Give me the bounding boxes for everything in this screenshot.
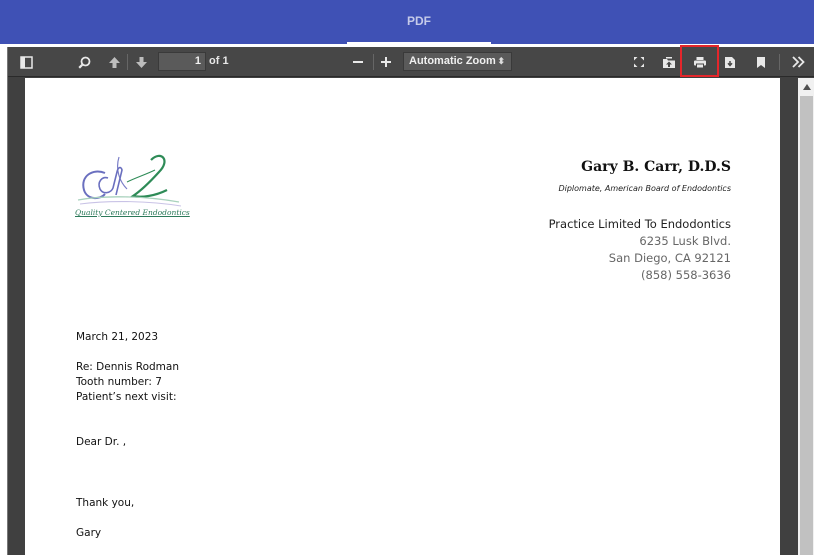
print-button-highlight (680, 45, 719, 77)
zoom-out-button[interactable] (348, 50, 368, 74)
page-number-input[interactable]: 1 (158, 52, 206, 71)
vertical-scrollbar[interactable] (798, 78, 814, 555)
tools-button[interactable] (787, 50, 809, 74)
phone-number: (858) 558-3636 (641, 268, 731, 282)
bookmark-icon (757, 56, 765, 68)
letter-closing: Thank you, (76, 497, 135, 509)
pdf-toolbar: 1 of 1 Automatic Zoom ⬍ (8, 45, 814, 77)
tools-icon (791, 56, 805, 68)
bookmark-button[interactable] (751, 50, 771, 74)
address-street: 6235 Lusk Blvd. (639, 234, 731, 248)
sidebar-toggle-icon (19, 55, 33, 69)
zoom-select[interactable]: Automatic Zoom ⬍ (403, 52, 512, 71)
download-icon (725, 56, 735, 68)
pdf-viewer: 1 of 1 Automatic Zoom ⬍ Quality Centered… (7, 45, 814, 555)
logo-caption: Quality Centered Endodontics (75, 208, 190, 217)
sidebar-toggle-button[interactable] (16, 50, 36, 74)
cde-logo-icon (77, 154, 182, 207)
practice-logo: Quality Centered Endodontics (75, 152, 195, 222)
find-button[interactable] (74, 50, 94, 74)
previous-page-icon (108, 56, 120, 68)
toolbar-separator (373, 54, 374, 70)
letter-signature: Gary (76, 527, 102, 539)
app-header: PDF (0, 0, 814, 44)
letter-date: March 21, 2023 (76, 331, 159, 343)
presentation-mode-button[interactable] (629, 50, 649, 74)
search-icon (77, 56, 90, 69)
page-count-label: of 1 (209, 55, 229, 67)
doctor-name: Gary B. Carr, D.D.S (581, 159, 731, 175)
open-file-icon (663, 56, 675, 68)
scroll-up-button[interactable] (798, 78, 814, 95)
open-file-button[interactable] (659, 50, 679, 74)
address-city: San Diego, CA 92121 (608, 251, 731, 265)
scrollbar-thumb[interactable] (800, 96, 813, 555)
letter-next-visit: Patient’s next visit: (76, 391, 177, 403)
letter-tooth: Tooth number: 7 (76, 376, 162, 388)
zoom-out-icon (353, 61, 363, 63)
scroll-up-icon (802, 83, 811, 90)
tab-pdf[interactable]: PDF (347, 0, 491, 44)
next-page-button[interactable] (131, 50, 151, 74)
presentation-mode-icon (634, 57, 644, 67)
toolbar-separator (127, 54, 128, 70)
previous-page-button[interactable] (104, 50, 124, 74)
download-button[interactable] (720, 50, 740, 74)
practice-specialty: Practice Limited To Endodontics (548, 217, 731, 231)
document-area[interactable]: Quality Centered Endodontics Gary B. Car… (8, 78, 814, 555)
zoom-in-button[interactable] (376, 50, 396, 74)
zoom-in-icon (381, 57, 391, 67)
next-page-icon (135, 56, 147, 68)
letter-salutation: Dear Dr. , (76, 436, 127, 448)
toolbar-separator (779, 54, 780, 70)
doctor-credential: Diplomate, American Board of Endodontics (558, 184, 731, 193)
tab-active-indicator (347, 42, 491, 44)
letter-re: Re: Dennis Rodman (76, 361, 179, 373)
pdf-page: Quality Centered Endodontics Gary B. Car… (25, 78, 780, 555)
zoom-select-value: Automatic Zoom (409, 55, 496, 67)
tab-pdf-label: PDF (407, 14, 431, 28)
chevron-updown-icon: ⬍ (497, 56, 505, 66)
